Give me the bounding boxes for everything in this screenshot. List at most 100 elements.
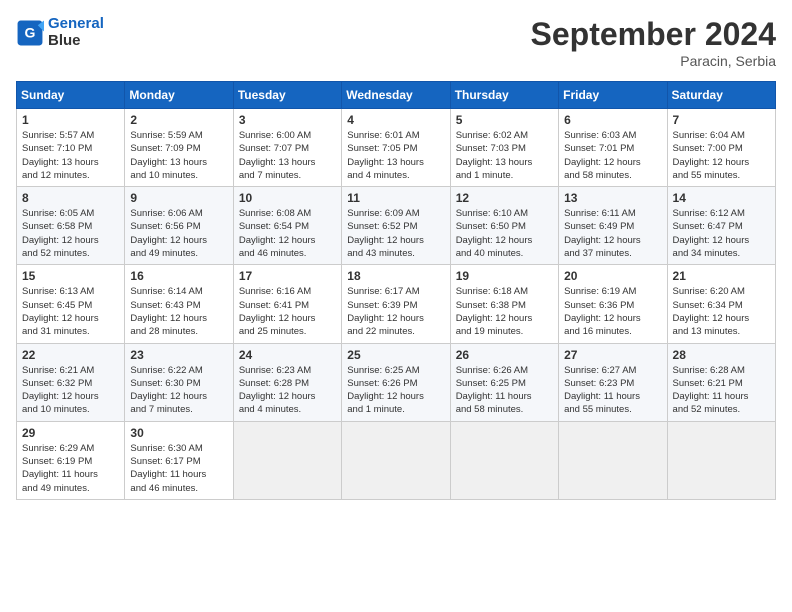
day-info: Sunrise: 6:14 AM Sunset: 6:43 PM Dayligh… bbox=[130, 285, 227, 338]
calendar-cell: 19 Sunrise: 6:18 AM Sunset: 6:38 PM Dayli… bbox=[450, 265, 558, 343]
calendar-cell: 28 Sunrise: 6:28 AM Sunset: 6:21 PM Dayli… bbox=[667, 343, 775, 421]
day-info: Sunrise: 6:10 AM Sunset: 6:50 PM Dayligh… bbox=[456, 207, 553, 260]
day-info: Sunrise: 6:19 AM Sunset: 6:36 PM Dayligh… bbox=[564, 285, 661, 338]
calendar-cell bbox=[233, 421, 341, 499]
calendar-cell: 21 Sunrise: 6:20 AM Sunset: 6:34 PM Dayli… bbox=[667, 265, 775, 343]
day-info: Sunrise: 6:11 AM Sunset: 6:49 PM Dayligh… bbox=[564, 207, 661, 260]
calendar-week-2: 8 Sunrise: 6:05 AM Sunset: 6:58 PM Daylig… bbox=[17, 187, 776, 265]
calendar-cell: 10 Sunrise: 6:08 AM Sunset: 6:54 PM Dayli… bbox=[233, 187, 341, 265]
weekday-header-row: SundayMondayTuesdayWednesdayThursdayFrid… bbox=[17, 82, 776, 109]
day-info: Sunrise: 6:05 AM Sunset: 6:58 PM Dayligh… bbox=[22, 207, 119, 260]
day-info: Sunrise: 6:02 AM Sunset: 7:03 PM Dayligh… bbox=[456, 129, 553, 182]
day-info: Sunrise: 6:26 AM Sunset: 6:25 PM Dayligh… bbox=[456, 364, 553, 417]
day-info: Sunrise: 6:04 AM Sunset: 7:00 PM Dayligh… bbox=[673, 129, 770, 182]
calendar-cell: 1 Sunrise: 5:57 AM Sunset: 7:10 PM Daylig… bbox=[17, 109, 125, 187]
weekday-header-tuesday: Tuesday bbox=[233, 82, 341, 109]
day-info: Sunrise: 6:01 AM Sunset: 7:05 PM Dayligh… bbox=[347, 129, 444, 182]
day-number: 5 bbox=[456, 113, 553, 127]
calendar-table: SundayMondayTuesdayWednesdayThursdayFrid… bbox=[16, 81, 776, 500]
calendar-cell: 5 Sunrise: 6:02 AM Sunset: 7:03 PM Daylig… bbox=[450, 109, 558, 187]
calendar-cell: 2Sunrise: 5:59 AM Sunset: 7:09 PM Daylig… bbox=[125, 109, 233, 187]
day-number: 27 bbox=[564, 348, 661, 362]
calendar-cell bbox=[667, 421, 775, 499]
day-number: 29 bbox=[22, 426, 119, 440]
calendar-cell bbox=[559, 421, 667, 499]
day-number: 21 bbox=[673, 269, 770, 283]
day-number: 23 bbox=[130, 348, 227, 362]
day-number: 20 bbox=[564, 269, 661, 283]
day-number: 28 bbox=[673, 348, 770, 362]
day-info: Sunrise: 6:03 AM Sunset: 7:01 PM Dayligh… bbox=[564, 129, 661, 182]
calendar-cell: 22Sunrise: 6:21 AM Sunset: 6:32 PM Dayli… bbox=[17, 343, 125, 421]
day-number: 12 bbox=[456, 191, 553, 205]
calendar-cell: 9Sunrise: 6:06 AM Sunset: 6:56 PM Daylig… bbox=[125, 187, 233, 265]
day-number: 30 bbox=[130, 426, 227, 440]
day-number: 9 bbox=[130, 191, 227, 205]
calendar-cell: 11 Sunrise: 6:09 AM Sunset: 6:52 PM Dayli… bbox=[342, 187, 450, 265]
day-number: 11 bbox=[347, 191, 444, 205]
day-info: Sunrise: 5:57 AM Sunset: 7:10 PM Dayligh… bbox=[22, 129, 119, 182]
logo-subtext: Blue bbox=[48, 33, 104, 50]
day-info: Sunrise: 6:13 AM Sunset: 6:45 PM Dayligh… bbox=[22, 285, 119, 338]
location-subtitle: Paracin, Serbia bbox=[531, 53, 776, 69]
day-info: Sunrise: 6:22 AM Sunset: 6:30 PM Dayligh… bbox=[130, 364, 227, 417]
day-number: 7 bbox=[673, 113, 770, 127]
day-info: Sunrise: 6:08 AM Sunset: 6:54 PM Dayligh… bbox=[239, 207, 336, 260]
svg-text:G: G bbox=[25, 24, 36, 40]
calendar-cell: 4 Sunrise: 6:01 AM Sunset: 7:05 PM Daylig… bbox=[342, 109, 450, 187]
calendar-cell: 17Sunrise: 6:16 AM Sunset: 6:41 PM Dayli… bbox=[233, 265, 341, 343]
calendar-cell: 25 Sunrise: 6:25 AM Sunset: 6:26 PM Dayli… bbox=[342, 343, 450, 421]
calendar-cell: 27Sunrise: 6:27 AM Sunset: 6:23 PM Dayli… bbox=[559, 343, 667, 421]
calendar-cell: 20 Sunrise: 6:19 AM Sunset: 6:36 PM Dayli… bbox=[559, 265, 667, 343]
calendar-week-5: 29 Sunrise: 6:29 AM Sunset: 6:19 PM Dayli… bbox=[17, 421, 776, 499]
calendar-cell: 14Sunrise: 6:12 AM Sunset: 6:47 PM Dayli… bbox=[667, 187, 775, 265]
calendar-cell: 23 Sunrise: 6:22 AM Sunset: 6:30 PM Dayli… bbox=[125, 343, 233, 421]
calendar-cell bbox=[450, 421, 558, 499]
weekday-header-saturday: Saturday bbox=[667, 82, 775, 109]
logo-icon: G bbox=[16, 19, 44, 47]
calendar-cell: 12 Sunrise: 6:10 AM Sunset: 6:50 PM Dayli… bbox=[450, 187, 558, 265]
calendar-cell: 7 Sunrise: 6:04 AM Sunset: 7:00 PM Daylig… bbox=[667, 109, 775, 187]
calendar-week-1: 1 Sunrise: 5:57 AM Sunset: 7:10 PM Daylig… bbox=[17, 109, 776, 187]
weekday-header-sunday: Sunday bbox=[17, 82, 125, 109]
calendar-cell: 8 Sunrise: 6:05 AM Sunset: 6:58 PM Daylig… bbox=[17, 187, 125, 265]
title-area: September 2024 Paracin, Serbia bbox=[531, 16, 776, 69]
day-info: Sunrise: 6:29 AM Sunset: 6:19 PM Dayligh… bbox=[22, 442, 119, 495]
day-number: 4 bbox=[347, 113, 444, 127]
weekday-header-wednesday: Wednesday bbox=[342, 82, 450, 109]
day-info: Sunrise: 6:20 AM Sunset: 6:34 PM Dayligh… bbox=[673, 285, 770, 338]
month-title: September 2024 bbox=[531, 16, 776, 53]
day-info: Sunrise: 6:30 AM Sunset: 6:17 PM Dayligh… bbox=[130, 442, 227, 495]
day-info: Sunrise: 6:00 AM Sunset: 7:07 PM Dayligh… bbox=[239, 129, 336, 182]
calendar-week-4: 22Sunrise: 6:21 AM Sunset: 6:32 PM Dayli… bbox=[17, 343, 776, 421]
day-number: 18 bbox=[347, 269, 444, 283]
day-number: 13 bbox=[564, 191, 661, 205]
weekday-header-thursday: Thursday bbox=[450, 82, 558, 109]
day-info: Sunrise: 6:23 AM Sunset: 6:28 PM Dayligh… bbox=[239, 364, 336, 417]
calendar-cell: 13 Sunrise: 6:11 AM Sunset: 6:49 PM Dayli… bbox=[559, 187, 667, 265]
day-number: 10 bbox=[239, 191, 336, 205]
day-number: 26 bbox=[456, 348, 553, 362]
day-number: 17 bbox=[239, 269, 336, 283]
calendar-cell: 18Sunrise: 6:17 AM Sunset: 6:39 PM Dayli… bbox=[342, 265, 450, 343]
day-info: Sunrise: 6:28 AM Sunset: 6:21 PM Dayligh… bbox=[673, 364, 770, 417]
calendar-cell: 3Sunrise: 6:00 AM Sunset: 7:07 PM Daylig… bbox=[233, 109, 341, 187]
day-number: 15 bbox=[22, 269, 119, 283]
calendar-cell bbox=[342, 421, 450, 499]
day-number: 25 bbox=[347, 348, 444, 362]
day-number: 1 bbox=[22, 113, 119, 127]
day-number: 6 bbox=[564, 113, 661, 127]
day-info: Sunrise: 6:18 AM Sunset: 6:38 PM Dayligh… bbox=[456, 285, 553, 338]
calendar-week-3: 15 Sunrise: 6:13 AM Sunset: 6:45 PM Dayli… bbox=[17, 265, 776, 343]
day-number: 8 bbox=[22, 191, 119, 205]
page-header: G General Blue September 2024 Paracin, S… bbox=[16, 16, 776, 69]
day-number: 22 bbox=[22, 348, 119, 362]
calendar-cell: 29 Sunrise: 6:29 AM Sunset: 6:19 PM Dayli… bbox=[17, 421, 125, 499]
day-number: 14 bbox=[673, 191, 770, 205]
calendar-cell: 16Sunrise: 6:14 AM Sunset: 6:43 PM Dayli… bbox=[125, 265, 233, 343]
day-info: Sunrise: 5:59 AM Sunset: 7:09 PM Dayligh… bbox=[130, 129, 227, 182]
logo-text: General bbox=[48, 16, 104, 33]
day-info: Sunrise: 6:25 AM Sunset: 6:26 PM Dayligh… bbox=[347, 364, 444, 417]
day-number: 19 bbox=[456, 269, 553, 283]
day-info: Sunrise: 6:09 AM Sunset: 6:52 PM Dayligh… bbox=[347, 207, 444, 260]
